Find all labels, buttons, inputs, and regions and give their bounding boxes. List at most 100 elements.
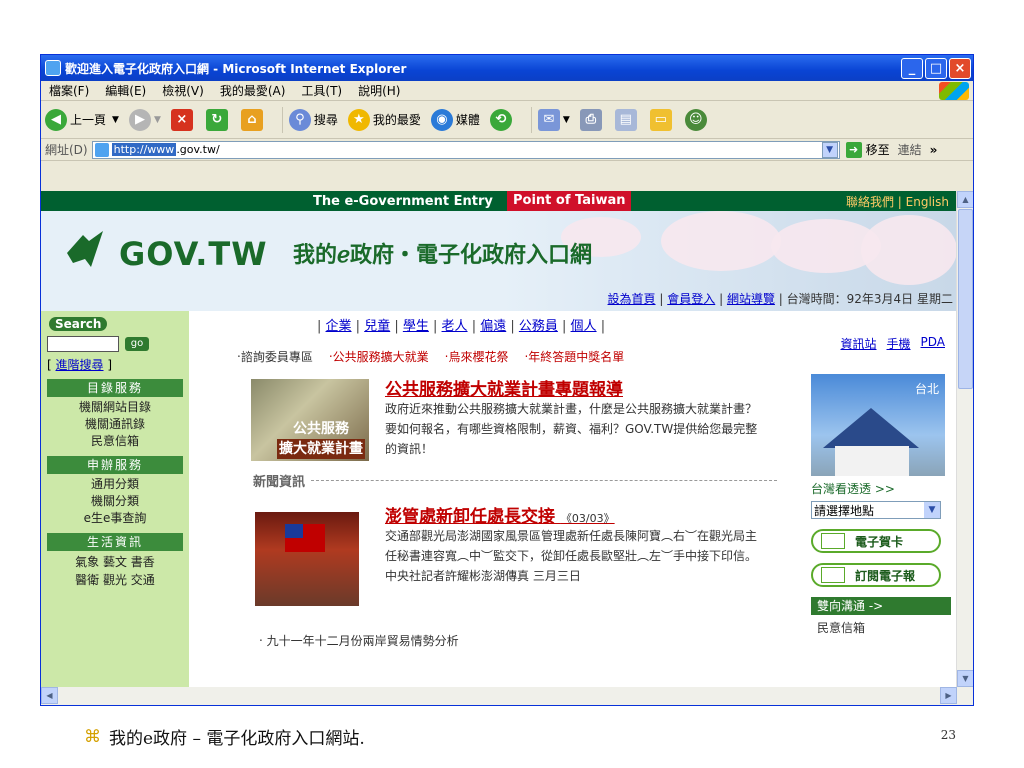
news-story-image[interactable]: [255, 512, 359, 606]
messenger-button[interactable]: ☺: [684, 108, 710, 131]
go-button[interactable]: ➜ 移至: [845, 141, 890, 158]
home-button[interactable]: ⌂: [240, 108, 266, 131]
home-icon: ⌂: [240, 108, 263, 131]
stop-button[interactable]: ×: [170, 108, 196, 131]
audience-link-individuals[interactable]: 個人: [571, 319, 597, 334]
media-button[interactable]: ◉ 媒體: [430, 108, 480, 131]
back-dropdown-icon[interactable]: ▼: [112, 115, 119, 125]
taiwan-tour-title[interactable]: 台灣看透透 >>: [811, 480, 951, 497]
public-mailbox-link-right[interactable]: 民意信箱: [811, 619, 951, 636]
folder-button[interactable]: ▭: [649, 108, 675, 131]
general-category-link[interactable]: 通用分類: [41, 476, 189, 493]
contact-english-link[interactable]: 聯絡我們 | English: [846, 193, 949, 210]
agency-contacts-link[interactable]: 機關通訊錄: [41, 416, 189, 433]
audience-link-seniors[interactable]: 老人: [442, 319, 468, 334]
back-button[interactable]: ◀ 上一頁 ▼: [45, 108, 119, 131]
feature-story-image[interactable]: 公共服務 擴大就業計畫: [251, 379, 369, 461]
search-go-button[interactable]: go: [125, 337, 149, 351]
messenger-icon: ☺: [684, 108, 707, 131]
mail-dropdown-icon[interactable]: ▼: [563, 115, 570, 125]
public-mailbox-link[interactable]: 民意信箱: [41, 433, 189, 450]
toolbar-separator: [281, 106, 283, 133]
links-button[interactable]: 連結: [898, 141, 922, 158]
minimize-button[interactable]: _: [901, 57, 923, 79]
maximize-button[interactable]: □: [925, 57, 947, 79]
news-story: 澎管處新卸任處長交接 《03/03》 交通部觀光局澎湖國家風景區管理處新任處長陳…: [237, 502, 777, 632]
stop-icon: ×: [170, 108, 193, 131]
audience-link-children[interactable]: 兒童: [364, 319, 390, 334]
scroll-down-icon[interactable]: ▼: [957, 670, 973, 687]
title-bar: 歡迎進入電子化政府入口網 - Microsoft Internet Explor…: [41, 55, 973, 81]
horizontal-scrollbar[interactable]: ◀ ▶: [41, 687, 973, 705]
vertical-scrollbar[interactable]: ▲ ▼: [956, 191, 973, 687]
history-button[interactable]: ⟲: [489, 108, 515, 131]
life-info-row[interactable]: 氣象 藝文 書香: [41, 553, 189, 571]
scroll-up-icon[interactable]: ▲: [957, 191, 973, 208]
menu-tools[interactable]: 工具(T): [293, 82, 350, 99]
forward-arrow-icon: ▶: [128, 108, 151, 131]
favorites-button[interactable]: ★ 我的最愛: [347, 108, 421, 131]
news-section-header: 新聞資訊: [253, 471, 777, 490]
menu-edit[interactable]: 編輯(E): [97, 82, 154, 99]
forward-button[interactable]: ▶ ▼: [128, 108, 161, 131]
epaper-label: 訂閱電子報: [855, 568, 916, 583]
refresh-button[interactable]: ↻: [205, 108, 231, 131]
windows-flag-icon: [939, 82, 969, 100]
mobile-link[interactable]: 手機: [887, 335, 911, 352]
quick-link[interactable]: ‧烏來櫻花祭: [445, 348, 509, 365]
news-story-title[interactable]: 澎管處新卸任處長交接: [385, 507, 555, 527]
site-slogan: 我的ℯ政府・電子化政府入口網: [293, 242, 593, 268]
advanced-search-link[interactable]: 進階搜尋: [56, 358, 104, 372]
address-input[interactable]: http://www .gov.tw/ ▼: [91, 140, 840, 159]
slide-caption-text: 我的e政府 – 電子化政府入口網站.: [109, 729, 365, 749]
agency-directory-link[interactable]: 機關網站目錄: [41, 399, 189, 416]
search-button[interactable]: ⚲ 搜尋: [288, 108, 338, 131]
menu-file[interactable]: 檔案(F): [41, 82, 97, 99]
taipei-photo[interactable]: 台北: [811, 374, 945, 476]
location-select[interactable]: 請選擇地點 ▼: [811, 501, 941, 519]
agency-category-link[interactable]: 機關分類: [41, 493, 189, 510]
print-button[interactable]: ⎙: [579, 108, 605, 131]
page-icon: [94, 142, 109, 157]
quick-link[interactable]: ‧公共服務擴大就業: [329, 348, 429, 365]
edit-button[interactable]: ▤: [614, 108, 640, 131]
links-more-icon[interactable]: »: [930, 143, 938, 157]
scroll-left-icon[interactable]: ◀: [41, 687, 58, 704]
address-bar: 網址(D) http://www .gov.tw/ ▼ ➜ 移至 連結 »: [41, 139, 973, 161]
taiwan-time: 台灣時間：92年3月4日 星期二: [786, 292, 953, 306]
forward-dropdown-icon[interactable]: ▼: [154, 115, 161, 125]
ie-window: 歡迎進入電子化政府入口網 - Microsoft Internet Explor…: [40, 54, 974, 706]
quick-link[interactable]: ‧年終答題中獎名單: [524, 348, 624, 365]
two-way-communication-header: 雙向溝通 ->: [811, 597, 951, 615]
news-story-body: 交通部觀光局澎湖國家風景區管理處新任處長陳阿寶︵右︶在觀光局主任秘書連容寬︵中︶…: [385, 529, 758, 583]
back-arrow-icon: ◀: [45, 108, 67, 131]
site-search-input[interactable]: [47, 336, 119, 352]
audience-link-business[interactable]: 企業: [326, 319, 352, 334]
subscribe-epaper-button[interactable]: 訂閱電子報: [811, 563, 941, 587]
menu-help[interactable]: 說明(H): [350, 82, 408, 99]
blossom-decoration: [661, 211, 781, 271]
feature-story-title[interactable]: 公共服務擴大就業計畫專題報導: [385, 375, 623, 400]
scroll-right-icon[interactable]: ▶: [940, 687, 957, 704]
set-home-link[interactable]: 設為首頁: [608, 292, 656, 306]
menu-favorites[interactable]: 我的最愛(A): [212, 82, 294, 99]
audience-link-students[interactable]: 學生: [403, 319, 429, 334]
audience-link-civil-servants[interactable]: 公務員: [519, 319, 558, 334]
quick-link[interactable]: ‧諮詢委員專區: [237, 348, 313, 365]
member-login-link[interactable]: 會員登入: [667, 292, 715, 306]
life-info-row[interactable]: 醫衛 觀光 交通: [41, 571, 189, 589]
elife-query-link[interactable]: e生e事查詢: [41, 510, 189, 527]
scroll-thumb[interactable]: [958, 209, 973, 389]
slide-page-number: 23: [940, 728, 956, 742]
close-button[interactable]: ×: [949, 57, 971, 79]
site-map-link[interactable]: 網站導覽: [727, 292, 775, 306]
pda-link[interactable]: PDA: [921, 335, 945, 352]
memorial-hall-body: [835, 446, 909, 476]
info-kiosk-link[interactable]: 資訊站: [840, 335, 876, 352]
news-list-item[interactable]: ‧ 九十一年十二月份兩岸貿易情勢分析: [259, 632, 777, 649]
audience-link-remote[interactable]: 偏遠: [480, 319, 506, 334]
menu-view[interactable]: 檢視(V): [154, 82, 212, 99]
address-dropdown-icon[interactable]: ▼: [821, 141, 838, 158]
mail-button[interactable]: ✉ ▼: [537, 108, 570, 131]
ecard-button[interactable]: 電子賀卡: [811, 529, 941, 553]
